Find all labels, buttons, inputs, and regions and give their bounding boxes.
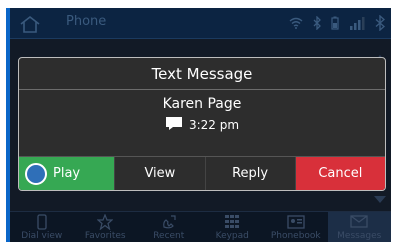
reply-label: Reply: [232, 166, 269, 181]
nav-label: Keypad: [215, 231, 249, 241]
phone-dialview-icon: [37, 214, 47, 230]
nav-item-keypad[interactable]: Keypad: [201, 212, 265, 242]
bluetooth-icon: [313, 16, 321, 30]
nav-item-messages[interactable]: Messages: [327, 212, 391, 242]
bottom-nav: Dial view Favorites Recent Keypad Phoneb…: [10, 211, 391, 242]
scroll-down-icon[interactable]: [373, 190, 387, 203]
keypad-icon: [225, 215, 240, 228]
signal-icon: [349, 16, 365, 30]
nav-label: Dial view: [21, 231, 63, 241]
wifi-icon: [289, 17, 303, 29]
text-message-dialog: Text Message Karen Page 3:22 pm Play Vie…: [18, 57, 386, 191]
cancel-button[interactable]: Cancel: [295, 157, 385, 190]
nav-item-recent[interactable]: Recent: [137, 212, 201, 242]
cancel-label: Cancel: [318, 166, 363, 181]
reply-button[interactable]: Reply: [206, 157, 296, 190]
bluetooth-outline-icon: [375, 15, 385, 31]
head-unit-screen: Phone Dial view Favorites Recent Keypad …: [6, 8, 391, 242]
recent-calls-icon: [162, 215, 176, 229]
messages-icon: [350, 215, 368, 228]
dialog-title: Text Message: [151, 65, 253, 83]
message-time: 3:22 pm: [188, 118, 240, 132]
play-button[interactable]: Play: [19, 157, 116, 190]
status-icons: [289, 14, 385, 32]
battery-icon: [331, 16, 339, 30]
play-circle-icon: [25, 162, 47, 185]
screen-title: Phone: [66, 14, 107, 29]
nav-item-phonebook[interactable]: Phonebook: [264, 212, 328, 242]
nav-item-dialview[interactable]: Dial view: [10, 212, 74, 242]
nav-label: Phonebook: [270, 231, 321, 241]
nav-label: Recent: [153, 231, 185, 241]
message-time-row: 3:22 pm: [19, 116, 385, 134]
nav-label: Messages: [337, 231, 382, 241]
status-bar: Phone: [10, 8, 391, 39]
star-icon: [97, 214, 114, 230]
home-icon[interactable]: [18, 14, 42, 34]
nav-item-favorites[interactable]: Favorites: [74, 212, 138, 242]
dialog-divider: [19, 89, 385, 90]
nav-label: Favorites: [84, 231, 126, 241]
dialog-actions: Play View Reply Cancel: [19, 156, 385, 190]
message-bubble-icon: [165, 116, 183, 134]
sender-name: Karen Page: [162, 96, 242, 112]
view-button[interactable]: View: [115, 157, 206, 190]
play-label: Play: [53, 166, 81, 181]
view-label: View: [144, 166, 176, 181]
contacts-icon: [287, 215, 305, 229]
